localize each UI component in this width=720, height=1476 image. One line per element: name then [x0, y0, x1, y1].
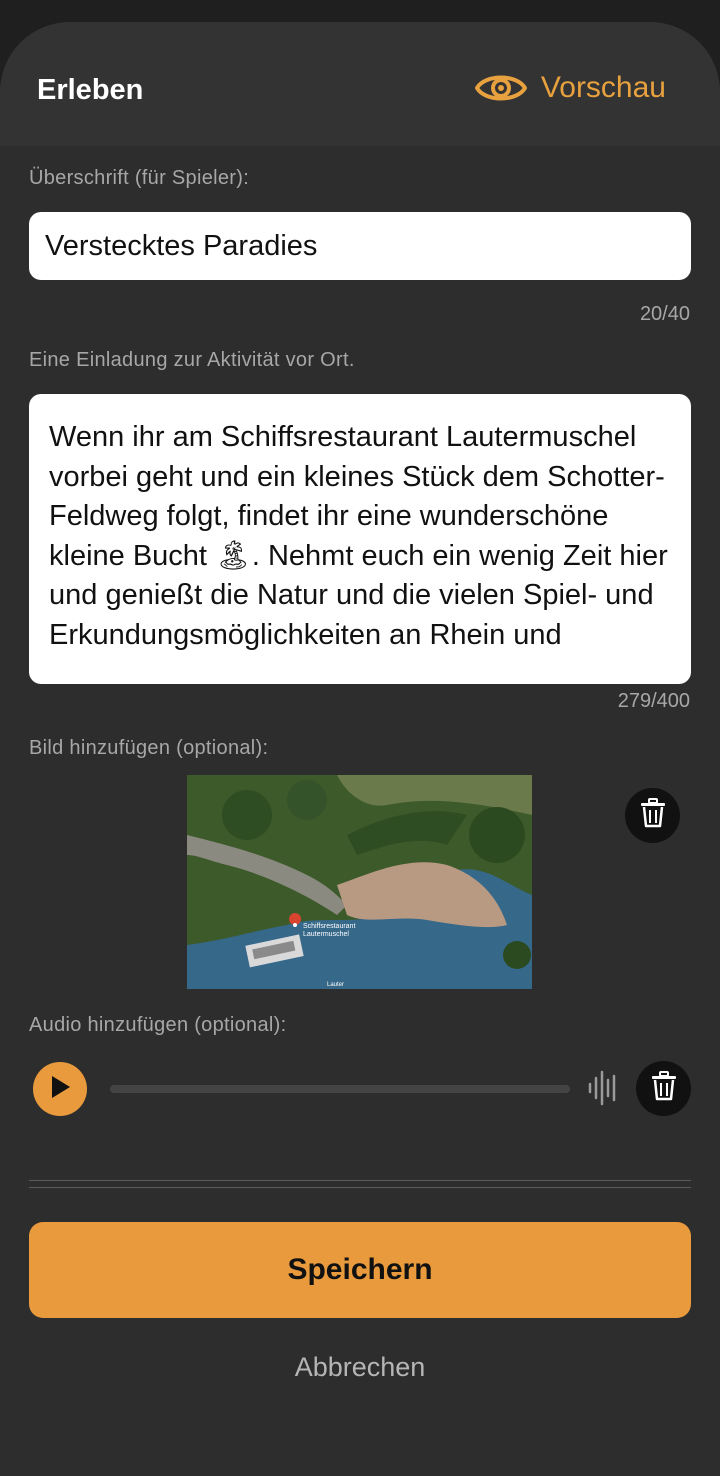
header-bar: Erleben Vorschau — [0, 22, 720, 146]
page-title: Erleben — [37, 74, 144, 106]
eye-icon — [474, 70, 527, 106]
map-pin-label-1: Schiffsrestaurant — [303, 923, 355, 930]
save-button[interactable]: Speichern — [29, 1222, 691, 1318]
audio-progress-track[interactable] — [110, 1085, 570, 1093]
heading-input[interactable]: Verstecktes Paradies — [29, 212, 691, 280]
location-image[interactable]: Schiffsrestaurant Lautermuschel Lauter — [187, 775, 532, 989]
description-label: Eine Einladung zur Aktivität vor Ort. — [29, 349, 355, 371]
editor-sheet: Erleben Vorschau Überschrift (für Spiele… — [0, 22, 720, 1476]
trash-icon — [651, 1071, 677, 1106]
audio-label: Audio hinzufügen (optional): — [29, 1014, 287, 1036]
delete-audio-button[interactable] — [636, 1061, 691, 1116]
preview-button[interactable]: Vorschau — [474, 70, 666, 106]
cancel-button[interactable]: Abbrechen — [0, 1352, 720, 1383]
image-label: Bild hinzufügen (optional): — [29, 737, 269, 759]
trash-icon — [640, 798, 666, 833]
heading-label: Überschrift (für Spieler): — [29, 167, 250, 189]
play-audio-button[interactable] — [33, 1062, 87, 1116]
heading-counter: 20/40 — [639, 303, 690, 325]
divider — [29, 1187, 691, 1188]
description-textarea[interactable]: Wenn ihr am Schiffsrestaurant Lautermusc… — [29, 394, 691, 684]
map-pin-label-2: Lautermuschel — [303, 931, 349, 938]
preview-label: Vorschau — [540, 71, 666, 104]
description-counter: 279/400 — [617, 690, 690, 712]
delete-image-button[interactable] — [625, 788, 680, 843]
map-water-label: Lauter — [327, 982, 344, 988]
divider — [29, 1180, 691, 1181]
play-icon — [49, 1075, 71, 1104]
waveform-icon — [588, 1070, 620, 1111]
